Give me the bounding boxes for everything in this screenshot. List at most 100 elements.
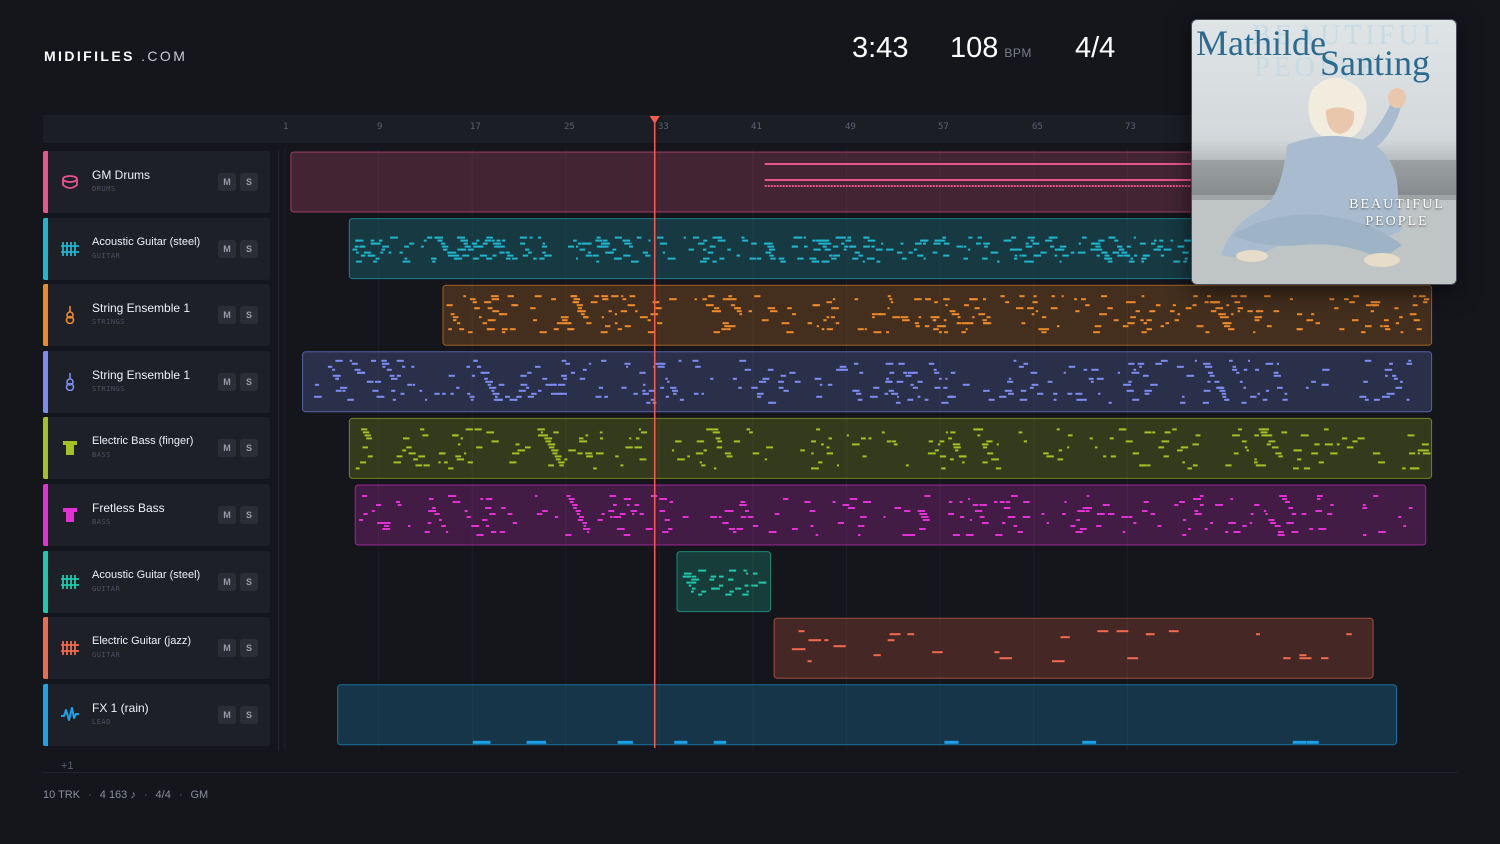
midi-note [1243,386,1246,389]
midi-note [665,395,670,398]
midi-note [1076,185,1079,187]
midi-note [1121,185,1124,187]
midi-note [718,516,722,518]
track-clip[interactable] [773,617,1374,679]
track-clip[interactable] [337,684,1397,746]
more-tracks-indicator[interactable]: +1 [61,760,74,772]
midi-note [1296,328,1303,331]
midi-note [891,392,899,395]
midi-note [923,185,926,187]
midi-note [767,307,776,310]
midi-note [1398,516,1402,518]
midi-note [766,446,773,449]
midi-note [851,185,854,187]
track-clip[interactable] [348,417,1433,479]
midi-note [863,245,871,248]
midi-note [539,331,547,334]
midi-note [485,507,488,509]
midi-note [713,331,721,334]
midi-note [943,298,950,301]
midi-note [836,368,844,371]
midi-note [505,257,511,260]
midi-note [621,386,627,389]
midi-note [872,185,875,187]
midi-note [952,443,961,446]
midi-note [950,185,953,187]
midi-note [866,257,875,260]
midi-note [1357,437,1365,440]
midi-note [751,584,754,587]
midi-note [1098,239,1105,242]
midi-note [582,368,587,371]
midi-note [692,587,696,590]
midi-note [420,428,425,431]
midi-note [1061,295,1064,298]
midi-note [1130,301,1136,304]
track-clip[interactable] [442,284,1433,346]
midi-note [1090,248,1098,251]
midi-note [1281,431,1288,434]
midi-note [1085,304,1090,307]
midi-note [617,328,622,331]
track-clip[interactable] [354,484,1427,546]
midi-note [1417,449,1423,452]
midi-note [751,242,757,245]
midi-note [1161,440,1170,443]
midi-note [1324,443,1333,446]
midi-note [972,316,975,319]
midi-note [573,239,577,242]
midi-note [406,446,412,449]
midi-note [622,239,631,242]
midi-note [831,257,837,260]
midi-note [821,328,825,331]
midi-note [1184,239,1189,242]
midi-note [718,310,721,313]
midi-note [397,504,402,506]
midi-note [1199,504,1204,506]
midi-note [659,498,667,500]
midi-note [356,371,365,374]
midi-note [1336,443,1340,446]
midi-note [667,528,673,530]
midi-note [1215,504,1223,506]
midi-note [551,298,557,301]
midi-note [1317,498,1321,500]
midi-note [1246,449,1249,452]
playhead-marker[interactable] [649,116,660,124]
midi-note [1112,185,1115,187]
midi-note [438,461,441,464]
midi-note [460,437,463,440]
midi-note [623,254,631,257]
track-clip[interactable] [302,351,1433,413]
midi-note [1003,507,1011,509]
midi-note [713,467,717,470]
midi-note [852,257,859,260]
midi-note [533,319,538,322]
midi-note [1046,185,1049,187]
midi-note [1153,239,1157,242]
midi-note [382,365,386,368]
midi-note [441,525,446,527]
midi-note [472,257,479,260]
midi-note [1184,257,1188,260]
midi-note [1126,389,1134,392]
midi-note [1159,239,1164,242]
midi-note [927,452,936,455]
midi-note [576,245,579,248]
midi-note [1115,185,1118,187]
midi-note [1077,510,1085,512]
midi-note [980,185,983,187]
midi-note [751,386,758,389]
midi-note [1103,185,1106,187]
midi-note [783,389,789,392]
midi-note [1205,331,1210,334]
midi-note [1037,392,1044,395]
midi-note [924,398,929,401]
midi-note [359,519,364,521]
midi-note [490,531,497,533]
midi-note [950,431,956,434]
midi-note [630,510,638,512]
midi-note [595,395,602,398]
midi-note [944,185,947,187]
midi-note [517,449,526,452]
